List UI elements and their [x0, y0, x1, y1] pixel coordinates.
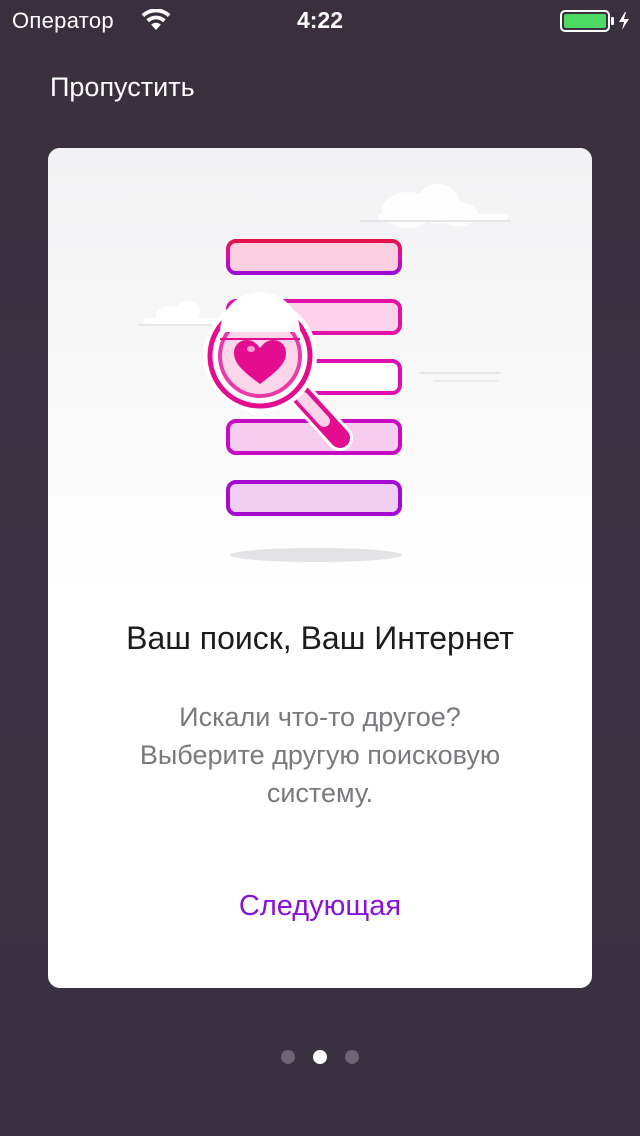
description-line: Искали что-то другое?: [179, 702, 461, 732]
page-dot[interactable]: [345, 1050, 359, 1064]
description-line: Выберите другую поисковую: [139, 740, 501, 770]
search-list-heart-magnifier-illustration: [138, 184, 510, 562]
page-dot[interactable]: [281, 1050, 295, 1064]
onboarding-card: Ваш поиск, Ваш Интернет Искали что-то др…: [48, 148, 592, 988]
card-title: Ваш поиск, Ваш Интернет: [126, 620, 514, 656]
skip-button[interactable]: Пропустить: [50, 72, 195, 103]
description-line: систему.: [266, 778, 374, 808]
status-clock: 4:22: [296, 7, 344, 33]
card-description: Искали что-то другое? Выберите другую по…: [108, 698, 532, 812]
next-button[interactable]: Следующая: [48, 890, 592, 923]
battery-charging-icon: [560, 10, 629, 32]
page-dot-active[interactable]: [313, 1050, 327, 1064]
status-bar: Оператор 4:22: [0, 0, 640, 40]
page-indicator[interactable]: [0, 1050, 640, 1064]
cloud-icon: [144, 301, 224, 326]
